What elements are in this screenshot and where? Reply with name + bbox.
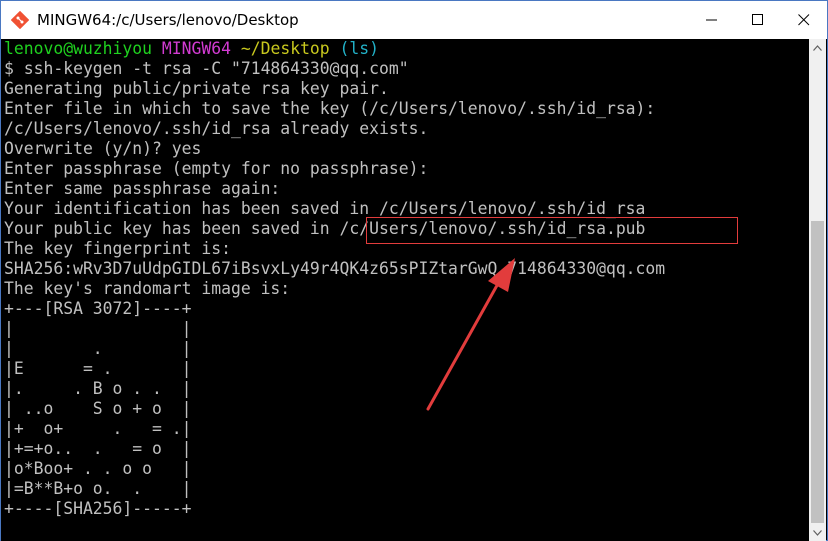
red-arrow-icon — [426, 258, 515, 411]
